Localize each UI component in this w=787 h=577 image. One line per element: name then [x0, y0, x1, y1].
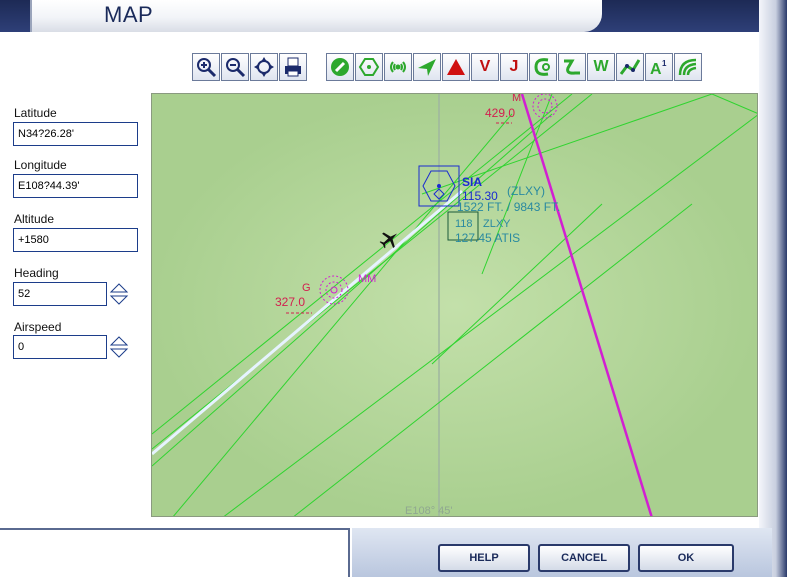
- ndb-top-freq: 429.0: [485, 106, 515, 120]
- victor-airways-label: V: [479, 58, 491, 75]
- latitude-field[interactable]: N34?26.28': [13, 122, 138, 146]
- ndb-icon: [390, 61, 406, 73]
- latitude-label: Latitude: [14, 106, 57, 120]
- vor-button[interactable]: [355, 53, 383, 81]
- zoom-in-icon: [197, 58, 217, 78]
- svg-text:A: A: [650, 61, 662, 78]
- jet-airways-button[interactable]: J: [500, 53, 528, 81]
- bottom-panel-left: [0, 528, 350, 577]
- airports-button[interactable]: [326, 53, 354, 81]
- altitude-label: Altitude: [14, 212, 55, 226]
- title-tab: MAP: [30, 0, 602, 32]
- print-button[interactable]: [279, 53, 307, 81]
- jet-airways-label: J: [509, 58, 519, 75]
- markers-button[interactable]: [442, 53, 470, 81]
- window-title: MAP: [104, 2, 154, 27]
- ils-ident: ZLXY: [483, 218, 511, 230]
- victor-airways-button[interactable]: V: [471, 53, 499, 81]
- terrain-button[interactable]: [674, 53, 702, 81]
- heading-label: Heading: [14, 266, 59, 280]
- heading-field[interactable]: 52: [13, 282, 107, 306]
- ils-button[interactable]: [558, 53, 586, 81]
- atis-freq: 127.45 ATIS: [455, 231, 520, 245]
- center-aircraft-button[interactable]: [250, 53, 278, 81]
- intersections-icon: [418, 59, 436, 76]
- terrain-icon: [678, 58, 697, 76]
- intersections-button[interactable]: [413, 53, 441, 81]
- altitude-button[interactable]: A1: [645, 53, 673, 81]
- filter-toolbar: V J W A1: [326, 53, 702, 83]
- zoom-in-button[interactable]: [192, 53, 220, 81]
- map-canvas[interactable]: M 429.0 G 327.0 MM SIA 115.30 (ZLXY) 152…: [152, 94, 758, 517]
- ndb-top-ident: M: [512, 94, 521, 104]
- vor-ident: SIA: [462, 175, 482, 189]
- ndb-left-ident: G: [302, 282, 311, 294]
- hl-airways-icon: [619, 59, 641, 75]
- zoom-out-button[interactable]: [221, 53, 249, 81]
- waypoints-label: W: [593, 58, 609, 75]
- center-aircraft-icon: [254, 57, 274, 77]
- help-button[interactable]: HELP: [438, 544, 530, 572]
- ok-button[interactable]: OK: [638, 544, 734, 572]
- marker-label: MM: [358, 273, 376, 285]
- terrain-background: [152, 94, 757, 516]
- print-icon: [285, 57, 301, 77]
- window-frame-right: [759, 0, 787, 577]
- ndb-button[interactable]: [384, 53, 412, 81]
- view-toolbar: [192, 53, 307, 83]
- ndb-left-freq: 327.0: [275, 295, 305, 309]
- airport-name: (ZLXY): [507, 184, 545, 198]
- airspeed-label: Airspeed: [14, 320, 62, 334]
- airspeed-field[interactable]: 0: [13, 335, 107, 359]
- airports-icon: [331, 58, 349, 76]
- longitude-field[interactable]: E108?44.39': [13, 174, 138, 198]
- heading-spinner-icon[interactable]: [109, 282, 129, 306]
- vor-icon: [358, 58, 380, 76]
- ils-freq: 118: [455, 218, 473, 230]
- waypoints-button[interactable]: W: [587, 53, 615, 81]
- longitude-grid-label: E108° 45': [405, 505, 452, 517]
- cancel-button[interactable]: CANCEL: [538, 544, 630, 572]
- altitude-icon: A1: [650, 59, 667, 78]
- markers-icon: [447, 59, 465, 75]
- longitude-label: Longitude: [14, 158, 67, 172]
- hl-airways-button[interactable]: [616, 53, 644, 81]
- approaches-icon: [534, 58, 550, 76]
- zoom-out-icon: [226, 58, 246, 78]
- map-view[interactable]: M 429.0 G 327.0 MM SIA 115.30 (ZLXY) 152…: [151, 93, 758, 517]
- ils-icon: [564, 59, 580, 75]
- approaches-button[interactable]: [529, 53, 557, 81]
- altitude-field[interactable]: +1580: [13, 228, 138, 252]
- airspeed-spinner-icon[interactable]: [109, 335, 129, 359]
- svg-text:1: 1: [662, 59, 667, 68]
